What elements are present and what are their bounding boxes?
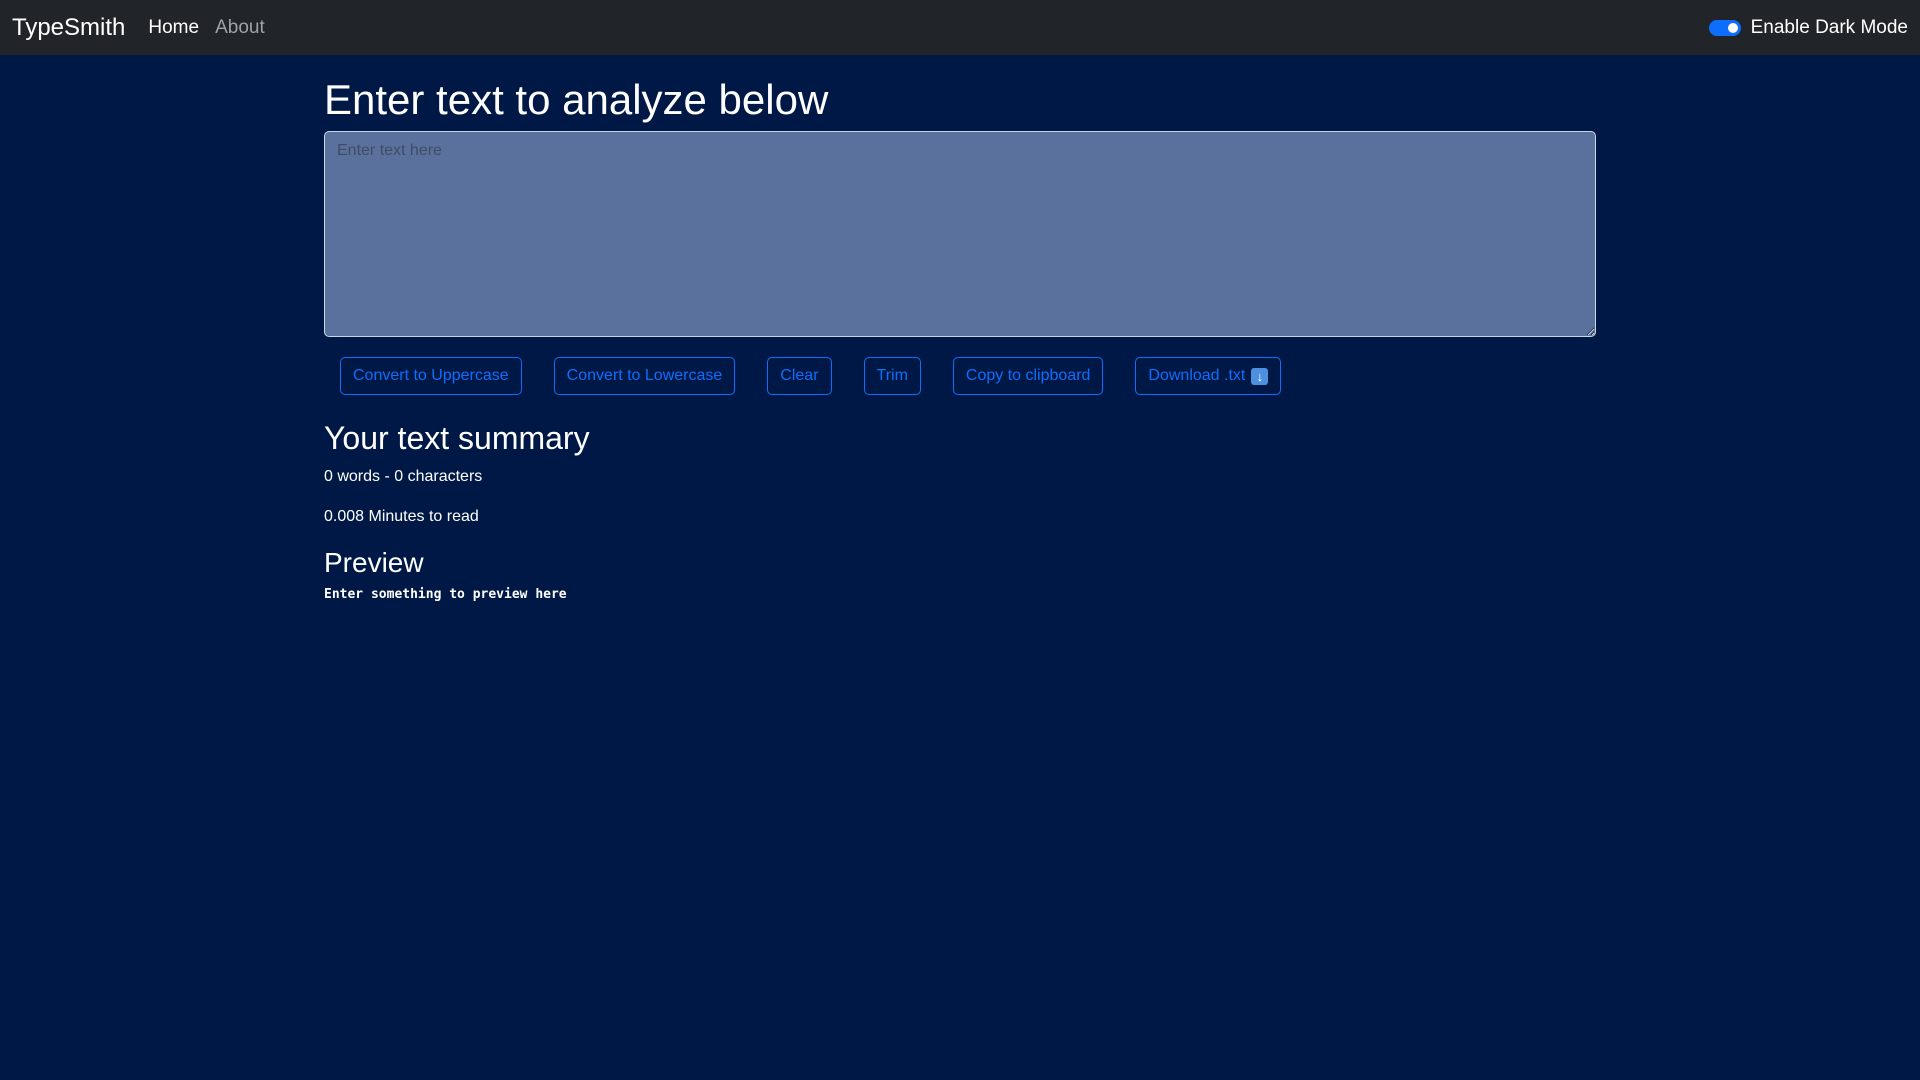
summary-heading: Your text summary [324,420,590,457]
nav-link-about[interactable]: About [215,17,265,39]
lowercase-button[interactable]: Convert to Lowercase [553,357,736,396]
nav-link-home[interactable]: Home [148,17,199,39]
uppercase-button[interactable]: Convert to Uppercase [340,357,522,396]
brand-link[interactable]: TypeSmith [12,14,125,42]
word-char-count: 0 words - 0 characters [324,467,483,485]
clear-button[interactable]: Clear [767,357,832,396]
dark-mode-label[interactable]: Enable Dark Mode [1751,17,1908,39]
copy-button[interactable]: Copy to clipboard [952,357,1104,396]
download-button-label: Download .txt [1148,367,1246,385]
dark-mode-toggle-group: Enable Dark Mode [1708,17,1908,39]
main-container: Enter text to analyze below Convert to U… [324,55,1596,602]
dark-mode-switch[interactable] [1708,19,1741,36]
page-title: Enter text to analyze below [324,76,829,123]
navbar: TypeSmith Home About Enable Dark Mode [0,0,1920,55]
preview-text: Enter something to preview here [324,587,567,603]
trim-button[interactable]: Trim [863,357,921,396]
text-input[interactable] [324,131,1596,338]
preview-heading: Preview [324,546,424,578]
action-button-row: Convert to Uppercase Convert to Lowercas… [324,357,1596,396]
download-button[interactable]: Download .txt ↓ [1135,357,1282,396]
read-time: 0.008 Minutes to read [324,507,479,525]
switch-knob [1727,22,1738,33]
down-arrow-icon: ↓ [1251,367,1269,385]
